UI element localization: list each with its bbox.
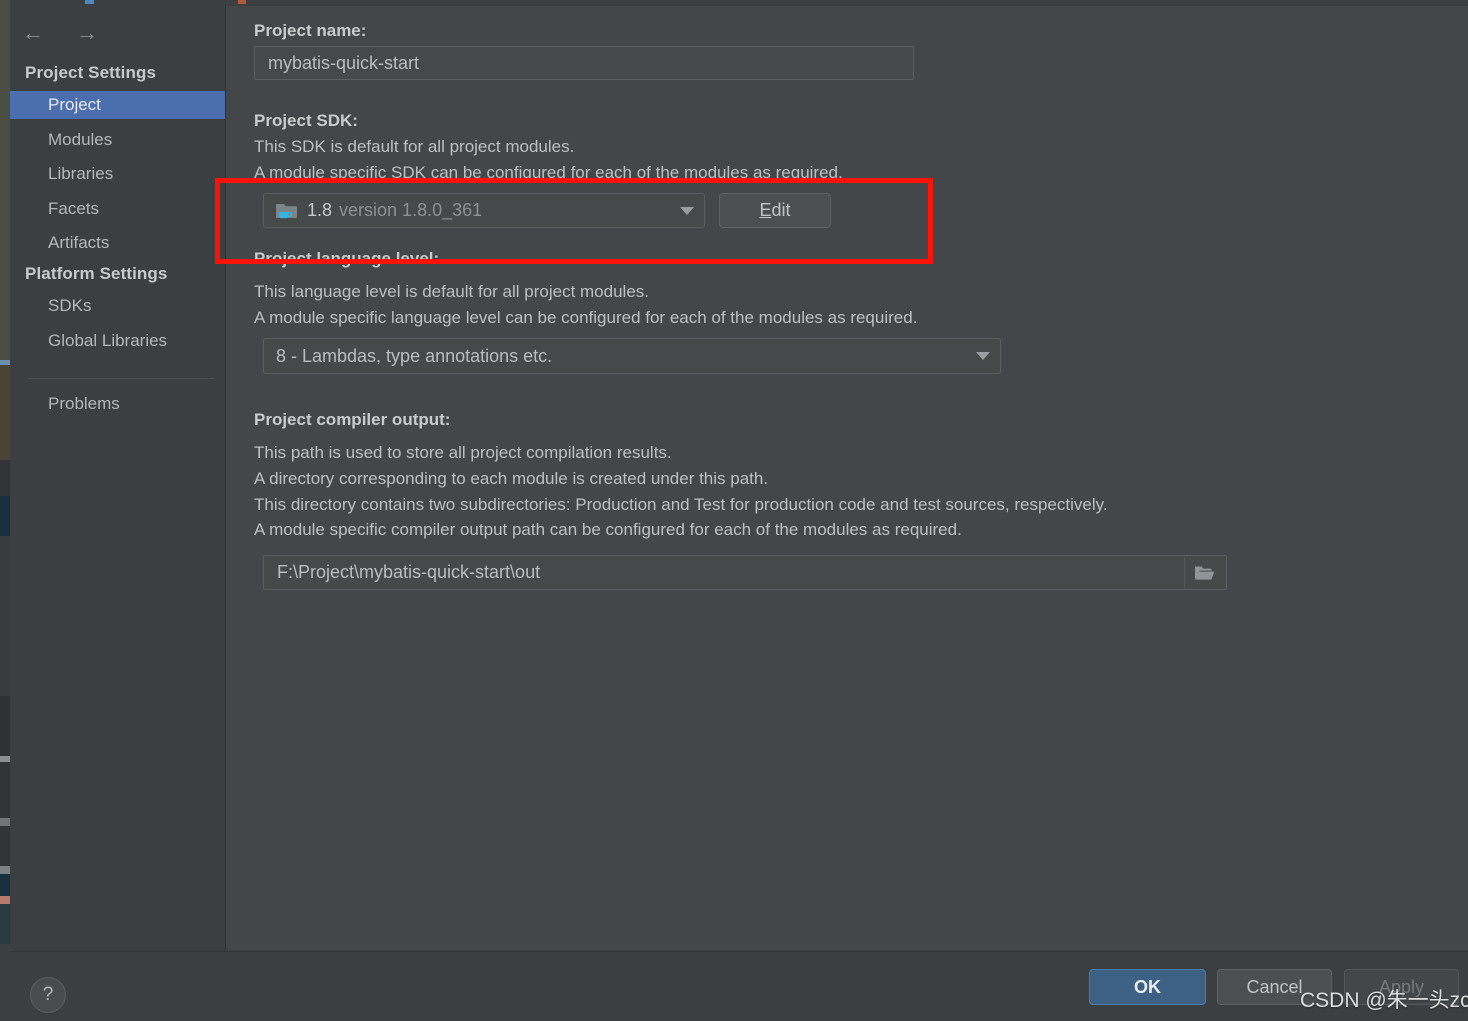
sdk-version-major: 1.8 [307,200,332,221]
sidebar-item-artifacts[interactable]: Artifacts [10,229,225,257]
bg-fragment [0,818,10,826]
project-sdk-label: Project SDK: [254,111,358,131]
sidebar-item-label: Global Libraries [48,331,167,351]
help-button[interactable]: ? [30,977,66,1013]
sidebar-divider [28,378,214,379]
titlebar-glyph [85,0,94,4]
sidebar-item-libraries[interactable]: Libraries [10,160,225,188]
edit-button-mnemonic: E [759,200,771,221]
sidebar-group-project-settings: Project Settings [25,63,156,83]
browse-folder-button[interactable] [1184,557,1225,588]
sidebar-group-platform-settings: Platform Settings [25,264,167,284]
sidebar-item-label: Artifacts [48,233,109,253]
compiler-output-path-input[interactable]: F:\Project\mybatis-quick-start\out [263,555,1227,590]
back-arrow-icon[interactable]: ← [18,22,48,44]
language-level-desc-2: A module specific language level can be … [254,308,917,328]
settings-sidebar: ← → Project Settings Project Modules Lib… [10,6,226,950]
project-structure-dialog: ← → Project Settings Project Modules Lib… [10,6,1468,1020]
compiler-output-label: Project compiler output: [254,410,450,430]
project-sdk-desc-2: A module specific SDK can be configured … [254,163,843,183]
project-name-label: Project name: [254,21,366,41]
sidebar-item-label: Modules [48,130,112,150]
bg-fragment [0,896,10,904]
folder-open-icon [1194,564,1216,582]
edit-sdk-button[interactable]: Edit [719,193,831,228]
chevron-down-icon[interactable] [976,352,990,360]
titlebar-glyph [238,0,246,4]
bg-fragment [0,866,10,874]
edit-button-rest: dit [772,200,791,221]
sidebar-item-label: SDKs [48,296,91,316]
language-level-desc-1: This language level is default for all p… [254,282,649,302]
project-sdk-desc-1: This SDK is default for all project modu… [254,137,574,157]
language-level-label: Project language level: [254,249,439,269]
forward-arrow-icon[interactable]: → [72,22,102,44]
compiler-output-path-value: F:\Project\mybatis-quick-start\out [277,562,540,583]
compiler-output-desc-3: This directory contains two subdirectori… [254,495,1108,515]
language-level-combo[interactable]: 8 - Lambdas, type annotations etc. [263,338,1001,374]
sidebar-item-modules[interactable]: Modules [10,126,225,154]
chevron-down-icon[interactable] [680,207,694,215]
bg-fragment [0,904,10,944]
compiler-output-desc-2: A directory corresponding to each module… [254,469,768,489]
compiler-output-desc-4: A module specific compiler output path c… [254,520,962,540]
sidebar-item-project[interactable]: Project [10,91,225,119]
csdn-watermark: CSDN @朱一头zcy [1300,984,1468,1014]
bg-fragment [0,874,10,896]
project-settings-pane: Project name: mybatis-quick-start Projec… [226,6,1468,950]
sidebar-item-label: Libraries [48,164,113,184]
sidebar-item-global-libraries[interactable]: Global Libraries [10,327,225,355]
bg-fragment [0,365,10,460]
bg-fragment [0,496,10,536]
project-sdk-combo[interactable]: 1.8 version 1.8.0_361 [263,193,705,228]
dialog-footer: ? OK Cancel Apply [10,951,1468,1021]
background-ide-strip [0,0,10,1020]
bg-fragment [0,762,10,818]
project-name-input[interactable]: mybatis-quick-start [254,46,914,80]
navigation-arrows: ← → [18,22,102,44]
bg-fragment [0,460,10,496]
sidebar-item-facets[interactable]: Facets [10,195,225,223]
bg-fragment [0,0,10,360]
sidebar-item-problems[interactable]: Problems [10,390,225,418]
sidebar-item-label: Facets [48,199,99,219]
sidebar-item-label: Problems [48,394,120,414]
compiler-output-desc-1: This path is used to store all project c… [254,443,672,463]
sidebar-item-sdks[interactable]: SDKs [10,292,225,320]
bg-fragment [0,536,10,696]
sidebar-item-label: Project [48,95,101,115]
bg-fragment [0,826,10,866]
bg-fragment [0,944,10,1020]
language-level-value: 8 - Lambdas, type annotations etc. [276,346,552,367]
bg-fragment [0,696,10,756]
sdk-version-full: version 1.8.0_361 [339,200,482,221]
jdk-folder-icon [276,201,298,221]
ok-button[interactable]: OK [1089,969,1206,1005]
